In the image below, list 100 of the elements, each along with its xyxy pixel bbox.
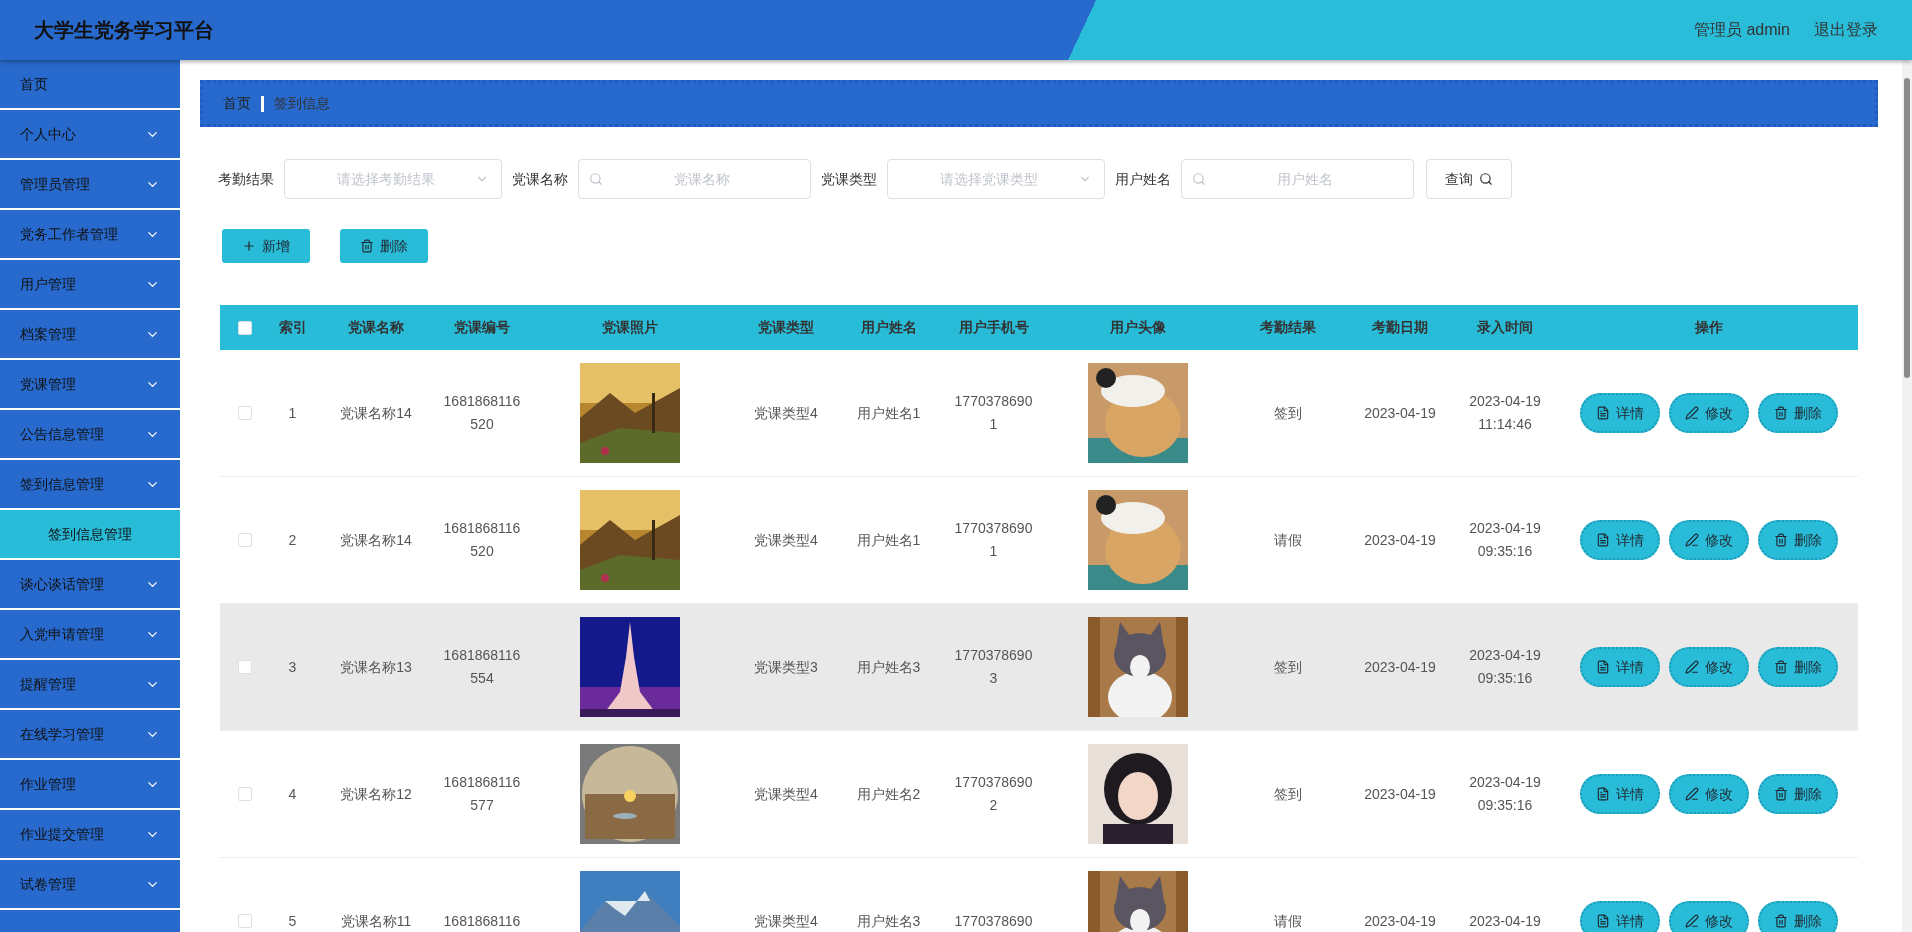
table-cell-text: 用户姓名3 [855,911,922,931]
table-cell-text: 3 [287,657,298,677]
filter-label: 用户姓名 [1115,169,1171,189]
trash-icon [1774,533,1788,547]
table-cell-text: 5 [287,911,298,931]
edit-button[interactable]: 修改 [1669,774,1749,814]
table-cell-text: 1681868116 520 [442,392,522,434]
table-cell-text: 党课名称13 [339,657,413,677]
column-header: 党课名称 [347,318,405,337]
table-cell-text: 2023-04-19 09:35:16 [1468,646,1542,688]
column-header: 用户手机号 [957,318,1030,337]
user-label: 管理员 admin [1693,20,1790,40]
search-icon [1192,172,1206,186]
trash-icon [1774,914,1788,928]
document-icon [1596,660,1610,674]
details-button[interactable]: 详情 [1580,774,1660,814]
query-button[interactable]: 查询 [1426,159,1512,199]
table-cell-text: 党课类型4 [753,784,819,804]
column-header: 操作 [1694,318,1724,337]
column-header: 党课编号 [453,318,511,337]
edit-button[interactable]: 修改 [1669,901,1749,932]
trash-icon [1774,787,1788,801]
column-header: 党课照片 [600,318,659,337]
filter-label: 考勤结果 [218,169,274,189]
document-icon [1596,787,1610,801]
details-button[interactable]: 详情 [1580,901,1660,932]
trash-icon [1774,406,1788,420]
table-cell-text: 党课名称14 [339,403,413,423]
table-cell-text: 签到 [1272,403,1303,423]
sidebar-subitem[interactable]: 签到信息管理 [0,510,180,560]
table-cell-text: 1681868116 520 [442,519,522,561]
app-title: 大学生党务学习平台 [34,18,214,43]
details-button[interactable]: 详情 [1580,520,1660,560]
column-header: 录入时间 [1476,318,1534,337]
search-field[interactable]: 用户姓名 [1181,159,1414,199]
table-cell-text: 用户姓名1 [855,530,922,550]
breadcrumb-link[interactable]: 首页 [223,93,251,114]
table-cell-text: 党课名称14 [339,530,413,550]
table-cell-text: 2023-04-19 [1363,403,1437,423]
pen-icon [1685,914,1699,928]
search-icon [1479,172,1493,186]
table-cell-text: 请假 [1272,911,1303,931]
table-cell-text: 党课名称11 [339,911,413,931]
details-button[interactable]: 详情 [1580,393,1660,433]
column-header: 用户头像 [1108,318,1167,337]
column-header: 考勤日期 [1371,318,1429,337]
row-checkbox[interactable] [238,787,252,801]
table-cell-text: 1770378690 1 [953,392,1034,434]
edit-button[interactable]: 修改 [1669,393,1749,433]
plus-icon [242,239,256,253]
trash-icon [360,239,374,253]
delete-button[interactable]: 删除 [1758,901,1838,932]
table-cell-text: 签到 [1272,784,1303,804]
document-icon [1596,533,1610,547]
row-checkbox[interactable] [238,660,252,674]
document-icon [1596,914,1610,928]
logout-link[interactable]: 退出登录 [1814,18,1878,42]
search-input[interactable]: 用户姓名 [1206,168,1403,190]
search-input[interactable]: 党课名称 [603,168,800,190]
row-checkbox[interactable] [238,406,252,420]
column-header: 考勤结果 [1258,318,1317,337]
table-cell-text: 签到 [1272,657,1303,677]
table-cell-text: 4 [287,784,298,804]
table-cell-text: 2023-04-19 11:14:46 [1468,392,1542,434]
column-header: 党课类型 [757,318,815,337]
delete-button[interactable]: 删除 [340,229,428,263]
select-all-checkbox[interactable] [238,320,252,335]
row-checkbox[interactable] [238,914,252,928]
table-cell-text: 用户姓名1 [855,403,922,423]
delete-button[interactable]: 删除 [1758,520,1838,560]
table-cell-text: 2023-04-19 [1363,911,1437,931]
table-cell-text: 党课类型4 [753,530,819,550]
delete-button[interactable]: 删除 [1758,647,1838,687]
table-cell-text: 1681868116 554 [442,646,522,688]
details-button[interactable]: 详情 [1580,647,1660,687]
add-button[interactable]: 新增 [222,229,310,263]
table-cell-text: 2023-04-19 [1363,657,1437,677]
table-cell-text: 1770378690 2 [953,773,1034,815]
pen-icon [1685,787,1699,801]
table-cell-text: 2023-04-19 [1363,530,1437,550]
table-cell-text: 用户姓名2 [855,784,922,804]
pen-icon [1685,533,1699,547]
document-icon [1596,406,1610,420]
column-header: 用户姓名 [859,318,918,337]
delete-button[interactable]: 删除 [1758,774,1838,814]
row-checkbox[interactable] [238,533,252,547]
pen-icon [1685,406,1699,420]
table-cell-text: 用户姓名3 [855,657,922,677]
table-cell-text: 党课类型3 [753,657,819,677]
table-cell-text: 1681868116 [442,911,522,931]
table-cell-text: 请假 [1272,530,1303,550]
search-field[interactable]: 党课名称 [578,159,811,199]
table-cell-text: 党课类型4 [753,403,819,423]
table-cell-text: 1770378690 1 [953,519,1034,561]
table-cell-text: 1770378690 3 [953,646,1034,688]
edit-button[interactable]: 修改 [1669,520,1749,560]
pen-icon [1685,660,1699,674]
delete-button[interactable]: 删除 [1758,393,1838,433]
table-cell-text: 2023-04-19 09:35:16 [1468,519,1542,561]
edit-button[interactable]: 修改 [1669,647,1749,687]
